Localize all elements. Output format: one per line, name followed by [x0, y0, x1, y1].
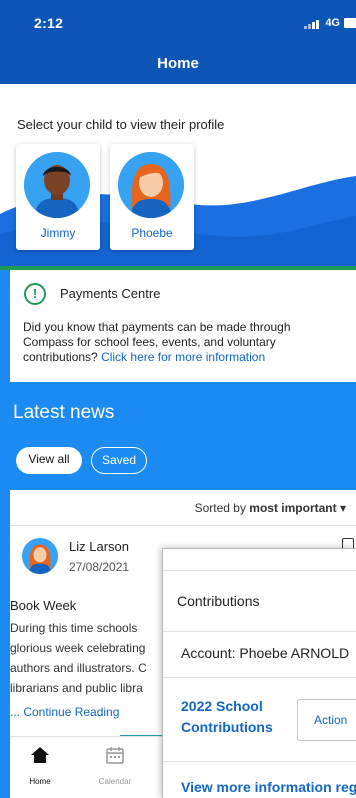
child-card-jimmy[interactable]: Jimmy [16, 144, 100, 250]
nav-calendar-label: Calendar [98, 777, 132, 786]
popup-account: Account: Phoebe ARNOLD [181, 645, 350, 661]
girl-avatar-icon [118, 152, 184, 218]
news-body-line: librarians and public libra [10, 681, 143, 695]
news-body-line: authors and illustrators. C [10, 661, 147, 675]
nav-calendar[interactable]: Calendar [85, 745, 145, 786]
status-bar: 2:12 4G [0, 0, 356, 44]
child-select-prompt: Select your child to view their profile [17, 117, 225, 132]
battery-icon [344, 18, 356, 28]
child-card-phoebe[interactable]: Phoebe [110, 144, 194, 250]
home-icon [31, 747, 49, 763]
alert-icon: ! [24, 283, 46, 305]
view-more-link[interactable]: View more information reg [181, 779, 356, 795]
sort-value: most important [249, 501, 337, 515]
child-name-phoebe: Phoebe [131, 226, 173, 240]
news-heading: Book Week [10, 598, 77, 613]
news-date: 27/08/2021 [69, 560, 130, 574]
calendar-icon [106, 747, 124, 764]
child-selector: Select your child to view their profile … [0, 84, 356, 266]
payments-text: Did you know that payments can be made t… [23, 320, 343, 365]
filter-saved[interactable]: Saved [91, 447, 147, 474]
contribution-link[interactable]: 2022 School Contributions [181, 696, 291, 738]
divider [163, 761, 356, 762]
latest-news-heading: Latest news [13, 402, 115, 423]
action-button[interactable]: Action [297, 699, 356, 741]
sort-label[interactable]: Sorted by most important ▾ [195, 501, 346, 515]
payments-link[interactable]: Click here for more information [101, 350, 265, 364]
popup-title: Contributions [177, 593, 260, 609]
nav-home[interactable]: Home [10, 745, 70, 786]
child-name-jimmy: Jimmy [40, 226, 76, 240]
divider [163, 631, 356, 632]
payments-card: ! Payments Centre Did you know that paym… [10, 270, 356, 382]
sort-bar[interactable]: Sorted by most important ▾ [10, 490, 356, 526]
sort-prefix: Sorted by [194, 501, 246, 515]
nav-home-label: Home [29, 777, 51, 786]
network-type: 4G [325, 17, 340, 29]
filter-view-all[interactable]: View all [16, 447, 82, 474]
status-time: 2:12 [34, 15, 64, 31]
author-avatar-icon [22, 538, 58, 574]
signal-icon [304, 20, 319, 29]
app-header: Home [0, 44, 356, 84]
continue-reading-link[interactable]: ... Continue Reading [10, 705, 119, 719]
news-author: Liz Larson [69, 539, 129, 554]
news-body-line: glorious week celebrating [10, 641, 146, 655]
news-body: During this time schools glorious week c… [10, 618, 170, 698]
popup-top-strip [163, 549, 356, 571]
news-body-line: During this time schools [10, 621, 138, 635]
boy-avatar-icon [24, 152, 90, 218]
page-title: Home [157, 55, 199, 72]
contributions-popup: Contributions Account: Phoebe ARNOLD 202… [162, 548, 356, 798]
divider [163, 677, 356, 678]
payments-title: Payments Centre [60, 286, 161, 301]
